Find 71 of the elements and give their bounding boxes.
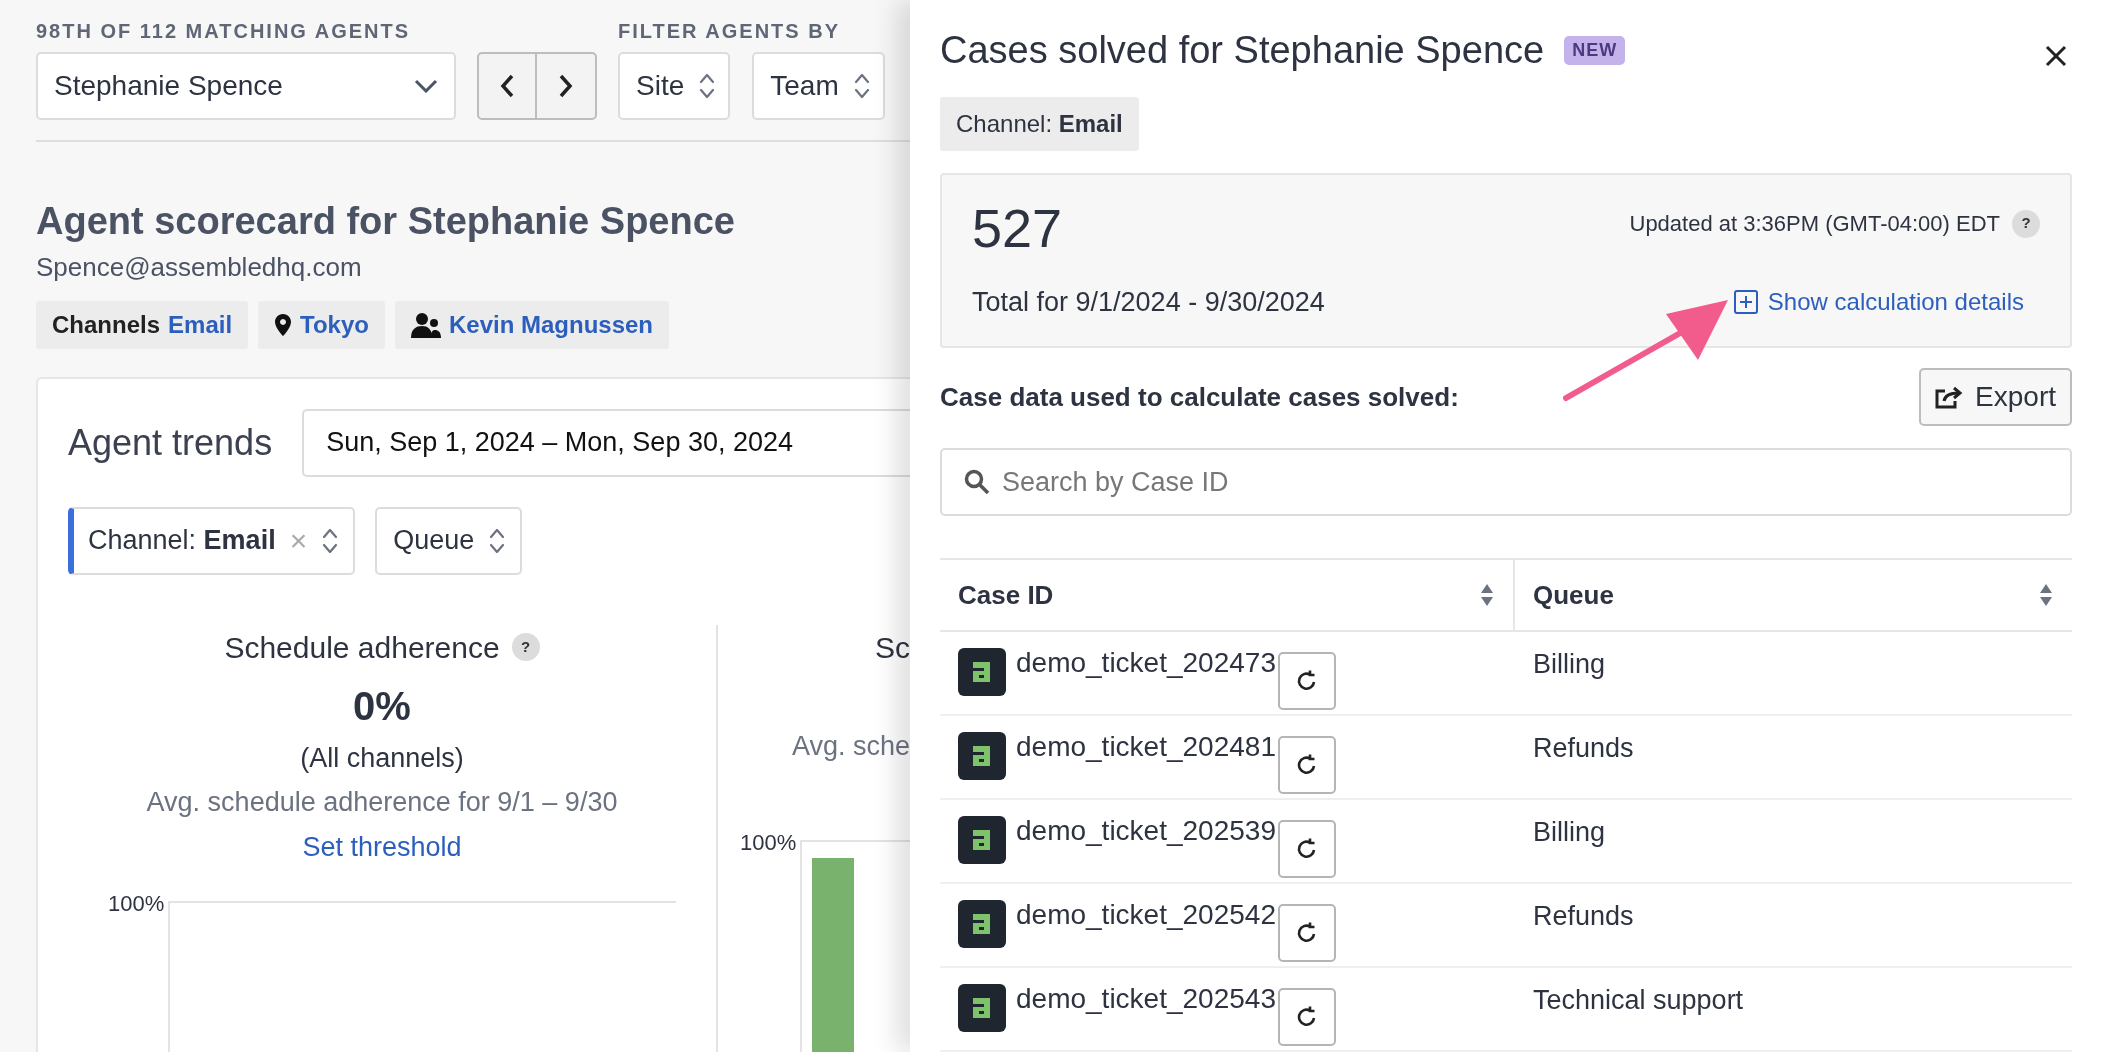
total-value: 527 (972, 201, 1063, 255)
metric-title: Sc (875, 629, 910, 666)
metric-caption: Avg. schedule adherence for 9/1 – 9/30 (146, 786, 618, 819)
app-logo-icon (958, 648, 1006, 696)
metric-value: 0% (353, 682, 411, 730)
axis-label: 100% (108, 890, 165, 918)
export-button[interactable]: Export (1919, 368, 2072, 426)
refresh-button[interactable] (1278, 736, 1336, 794)
app-logo-icon (958, 900, 1006, 948)
case-id: demo_ticket_202539 (1016, 814, 1276, 848)
column-header[interactable]: Case ID (940, 560, 1515, 630)
case-id: demo_ticket_202481 (1016, 730, 1276, 764)
set-threshold-link[interactable]: Set threshold (302, 826, 462, 867)
refresh-button[interactable] (1278, 820, 1336, 878)
chevron-down-icon (414, 79, 438, 93)
chevron-right-icon (559, 74, 573, 98)
help-icon[interactable]: ? (2012, 209, 2040, 238)
queue-name: Technical support (1533, 985, 1744, 1015)
app-logo-icon (958, 816, 1006, 864)
tag-label: Channels (52, 309, 161, 340)
filter-label: FILTER AGENTS BY (618, 19, 841, 44)
sort-icon (698, 71, 717, 101)
agent-select[interactable]: Stephanie Spence (36, 52, 456, 120)
metric-scope: (All channels) (300, 741, 464, 775)
app-logo-icon (958, 984, 1006, 1032)
panel-title: Cases solved for Stephanie Spence (940, 28, 1545, 73)
export-icon (1935, 385, 1964, 409)
new-badge: NEW (1564, 36, 1626, 65)
tag-link[interactable]: Email (168, 306, 233, 343)
section-title: Case data used to calculate cases solved: (940, 380, 1459, 414)
date-range-field[interactable]: Sun, Sep 1, 2024 – Mon, Sep 30, 2024 (302, 408, 910, 477)
case-id: demo_ticket_202543 (1016, 982, 1276, 1016)
trends-title: Agent trends (68, 420, 273, 465)
queue-name: Billing (1533, 817, 1606, 847)
metric-caption: Avg. sche (791, 729, 910, 763)
updated-time: Updated at 3:36PM (GMT-04:00) EDT (1629, 210, 2000, 238)
total-period: Total for 9/1/2024 - 9/30/2024 (972, 285, 1325, 319)
axis-label: 100% (740, 829, 797, 857)
people-icon (410, 311, 441, 338)
queue-name: Refunds (1533, 901, 1634, 931)
refresh-button[interactable] (1278, 652, 1336, 710)
filter-select[interactable]: Site (618, 52, 731, 120)
help-icon[interactable]: ? (511, 633, 540, 661)
sort-icon[interactable] (1479, 582, 1495, 608)
tag-link[interactable]: Tokyo (300, 306, 369, 343)
queue-name: Refunds (1533, 733, 1634, 763)
app-logo-icon (958, 732, 1006, 780)
queue-name: Billing (1533, 649, 1606, 679)
chevron-left-icon (500, 74, 514, 98)
search-field[interactable]: Search by Case ID (940, 448, 2072, 516)
sort-icon (852, 71, 871, 101)
sort-icon[interactable] (2038, 582, 2054, 608)
close-icon[interactable] (2044, 43, 2068, 68)
case-id: demo_ticket_202542 (1016, 898, 1276, 932)
channel-chip: Channel: Email (940, 97, 1139, 151)
agent-count-label: 98TH OF 112 MATCHING AGENTS (36, 19, 412, 44)
show-details-link[interactable]: Show calculation details (1733, 283, 2024, 320)
trend-filter[interactable]: Queue (375, 506, 523, 575)
case-id: demo_ticket_202473 (1016, 646, 1276, 680)
filter-select[interactable]: Team (752, 52, 885, 120)
refresh-button[interactable] (1278, 988, 1336, 1046)
column-header[interactable]: Queue (1515, 560, 2072, 630)
tag-link[interactable]: Kevin Magnussen (448, 306, 653, 343)
plus-square-icon (1733, 289, 1758, 314)
agent-email: Spence@assembledhq.com (36, 250, 363, 284)
scorecard-title: Agent scorecard for Stephanie Spence (36, 199, 736, 244)
trend-filter[interactable]: Channel: Email × (68, 506, 356, 575)
search-icon (964, 469, 990, 495)
refresh-button[interactable] (1278, 904, 1336, 962)
metric-title: Schedule adherence (224, 629, 500, 666)
location-pin-icon (274, 312, 293, 337)
